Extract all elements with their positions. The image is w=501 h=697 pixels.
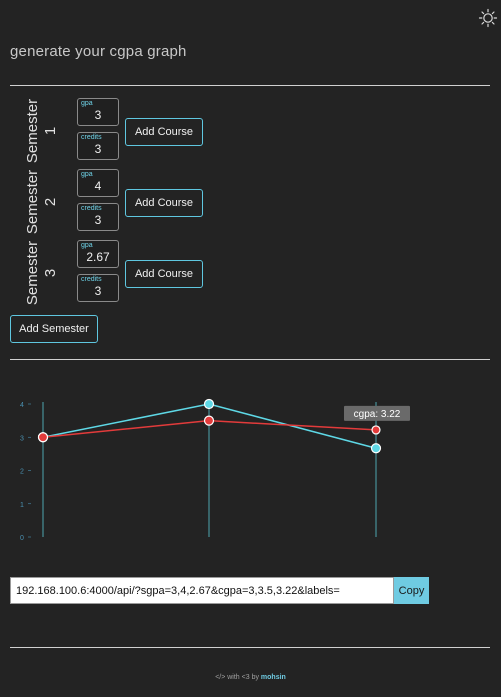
divider xyxy=(10,647,490,648)
credits-field-3[interactable]: credits 3 xyxy=(77,274,119,302)
series-line-1 xyxy=(42,403,377,449)
divider xyxy=(10,359,490,360)
y-tick-label: 3 xyxy=(20,435,24,442)
footer: </> with <3 by mohsin xyxy=(0,674,501,681)
share-url-input[interactable]: 192.168.100.6:4000/api/?sgpa=3,4,2.67&cg… xyxy=(10,577,394,604)
data-point xyxy=(371,425,381,435)
add-semester-button[interactable]: Add Semester xyxy=(10,315,98,343)
credits-field-2[interactable]: credits 3 xyxy=(77,203,119,231)
author-link[interactable]: mohsin xyxy=(261,674,286,681)
data-point xyxy=(370,443,382,454)
sun-icon[interactable] xyxy=(478,8,498,28)
credits-field-1[interactable]: credits 3 xyxy=(77,132,119,160)
semester-label-3: Semester 3 xyxy=(24,240,59,306)
y-tick-label: 4 xyxy=(20,402,24,409)
gpa-field-1[interactable]: gpa 3 xyxy=(77,98,119,126)
semester-label-1: Semester 1 xyxy=(24,98,59,164)
y-tick-label: 2 xyxy=(20,469,24,476)
add-course-button-2[interactable]: Add Course xyxy=(125,189,203,217)
semester-label-2: Semester 2 xyxy=(24,169,59,235)
data-point xyxy=(203,398,215,410)
footer-text: </> with <3 by xyxy=(215,674,259,681)
data-point xyxy=(37,432,49,443)
y-tick-label: 1 xyxy=(20,502,24,509)
add-course-button-1[interactable]: Add Course xyxy=(125,118,203,146)
add-course-button-3[interactable]: Add Course xyxy=(125,260,203,288)
cgpa-chart: 0 1 2 3 4 cgpa: 3.22 xyxy=(20,398,410,542)
gpa-field-3[interactable]: gpa 2.67 xyxy=(77,240,119,268)
gpa-field-2[interactable]: gpa 4 xyxy=(77,169,119,197)
y-tick-label: 0 xyxy=(20,535,24,542)
data-point xyxy=(203,415,215,426)
divider xyxy=(10,85,490,86)
copy-button[interactable]: Copy xyxy=(394,577,429,604)
tooltip-text: cgpa: 3.22 xyxy=(354,409,401,420)
page-title: generate your cgpa graph xyxy=(10,43,187,60)
